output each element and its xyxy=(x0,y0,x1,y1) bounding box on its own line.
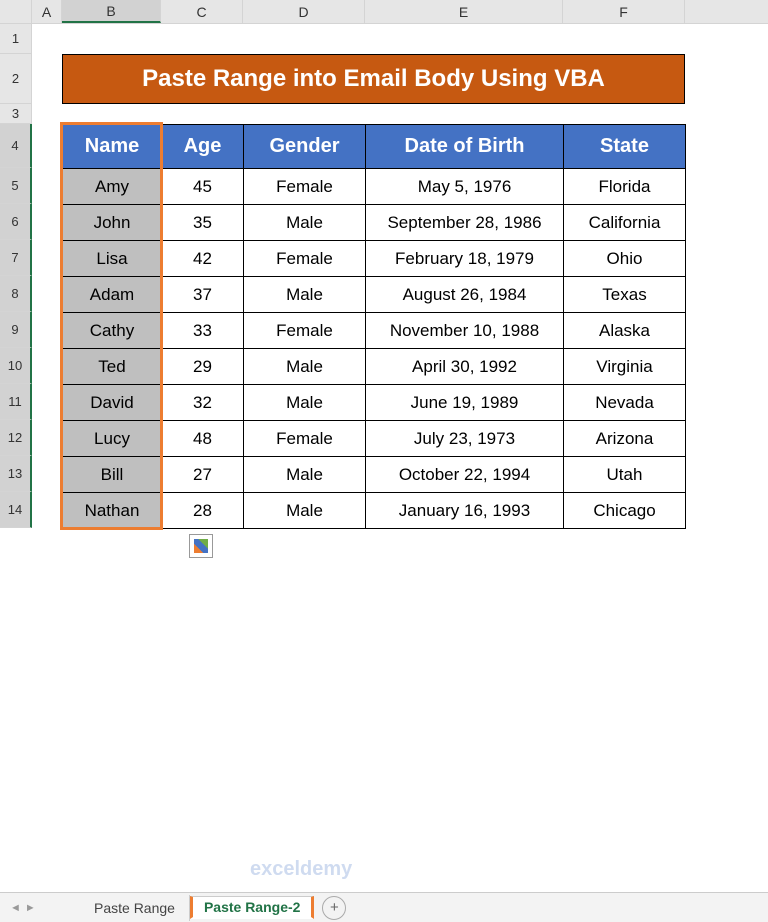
table-cell[interactable]: Female xyxy=(244,421,366,457)
table-row: Bill27MaleOctober 22, 1994Utah xyxy=(63,457,686,493)
table-cell[interactable]: Male xyxy=(244,493,366,529)
row-header-3[interactable]: 3 xyxy=(0,104,32,124)
table-cell[interactable]: 32 xyxy=(162,385,244,421)
table-cell[interactable]: Male xyxy=(244,205,366,241)
table-row: Nathan28MaleJanuary 16, 1993Chicago xyxy=(63,493,686,529)
table-row: Cathy33FemaleNovember 10, 1988Alaska xyxy=(63,313,686,349)
quick-analysis-icon[interactable] xyxy=(189,534,213,558)
col-header-C[interactable]: C xyxy=(161,0,243,23)
table-header: Age xyxy=(162,125,244,169)
table-cell[interactable]: Ohio xyxy=(564,241,686,277)
column-headers: A B C D E F xyxy=(0,0,768,24)
table-cell[interactable]: Female xyxy=(244,313,366,349)
table-cell[interactable]: Chicago xyxy=(564,493,686,529)
table-cell[interactable]: California xyxy=(564,205,686,241)
row-header-9[interactable]: 9 xyxy=(0,312,32,348)
sheet-tab-bar: ◄► Paste Range Paste Range-2 + xyxy=(0,892,768,922)
row-header-8[interactable]: 8 xyxy=(0,276,32,312)
table-cell[interactable]: November 10, 1988 xyxy=(366,313,564,349)
row-header-14[interactable]: 14 xyxy=(0,492,32,528)
table-cell[interactable]: Male xyxy=(244,277,366,313)
table-cell[interactable]: Arizona xyxy=(564,421,686,457)
cells-area[interactable]: Paste Range into Email Body Using VBA Na… xyxy=(32,24,768,528)
table-cell[interactable]: June 19, 1989 xyxy=(366,385,564,421)
table-row: David32MaleJune 19, 1989Nevada xyxy=(63,385,686,421)
table-header: Gender xyxy=(244,125,366,169)
table-header: State xyxy=(564,125,686,169)
table-cell[interactable]: 37 xyxy=(162,277,244,313)
table-cell[interactable]: Nevada xyxy=(564,385,686,421)
table-row: Amy45FemaleMay 5, 1976Florida xyxy=(63,169,686,205)
table-cell[interactable]: Nathan xyxy=(63,493,162,529)
table-cell[interactable]: Female xyxy=(244,169,366,205)
table-cell[interactable]: Ted xyxy=(63,349,162,385)
table-cell[interactable]: Lucy xyxy=(63,421,162,457)
table-cell[interactable]: Texas xyxy=(564,277,686,313)
table-row: John35MaleSeptember 28, 1986California xyxy=(63,205,686,241)
table-cell[interactable]: January 16, 1993 xyxy=(366,493,564,529)
table-cell[interactable]: 48 xyxy=(162,421,244,457)
table-cell[interactable]: Female xyxy=(244,241,366,277)
table-row: Lucy48FemaleJuly 23, 1973Arizona xyxy=(63,421,686,457)
table-cell[interactable]: Cathy xyxy=(63,313,162,349)
row-header-4[interactable]: 4 xyxy=(0,124,32,168)
table-cell[interactable]: Lisa xyxy=(63,241,162,277)
select-all-corner[interactable] xyxy=(0,0,32,23)
table-cell[interactable]: Virginia xyxy=(564,349,686,385)
data-table: NameAgeGenderDate of BirthState Amy45Fem… xyxy=(62,124,686,529)
table-cell[interactable]: Florida xyxy=(564,169,686,205)
row-header-11[interactable]: 11 xyxy=(0,384,32,420)
table-cell[interactable]: Male xyxy=(244,457,366,493)
table-row: Adam37MaleAugust 26, 1984Texas xyxy=(63,277,686,313)
col-header-E[interactable]: E xyxy=(365,0,563,23)
row-headers: 1 2 3 4 5 6 7 8 9 10 11 12 13 14 xyxy=(0,24,32,528)
row-header-7[interactable]: 7 xyxy=(0,240,32,276)
tab-paste-range[interactable]: Paste Range xyxy=(80,895,190,921)
table-cell[interactable]: Bill xyxy=(63,457,162,493)
table-cell[interactable]: David xyxy=(63,385,162,421)
watermark: exceldemy xyxy=(250,858,352,881)
table-row: Ted29MaleApril 30, 1992Virginia xyxy=(63,349,686,385)
row-header-10[interactable]: 10 xyxy=(0,348,32,384)
table-cell[interactable]: July 23, 1973 xyxy=(366,421,564,457)
col-header-D[interactable]: D xyxy=(243,0,365,23)
table-cell[interactable]: John xyxy=(63,205,162,241)
table-cell[interactable]: 42 xyxy=(162,241,244,277)
table-row: Lisa42FemaleFebruary 18, 1979Ohio xyxy=(63,241,686,277)
row-header-13[interactable]: 13 xyxy=(0,456,32,492)
col-header-A[interactable]: A xyxy=(32,0,62,23)
table-cell[interactable]: Amy xyxy=(63,169,162,205)
table-cell[interactable]: Adam xyxy=(63,277,162,313)
table-cell[interactable]: April 30, 1992 xyxy=(366,349,564,385)
table-cell[interactable]: October 22, 1994 xyxy=(366,457,564,493)
tab-nav-arrows[interactable]: ◄► xyxy=(10,902,36,914)
table-cell[interactable]: May 5, 1976 xyxy=(366,169,564,205)
table-cell[interactable]: 45 xyxy=(162,169,244,205)
table-cell[interactable]: 33 xyxy=(162,313,244,349)
col-header-F[interactable]: F xyxy=(563,0,685,23)
add-sheet-button[interactable]: + xyxy=(322,896,346,920)
table-cell[interactable]: 27 xyxy=(162,457,244,493)
table-header: Date of Birth xyxy=(366,125,564,169)
title-cell: Paste Range into Email Body Using VBA xyxy=(62,54,685,104)
table-header: Name xyxy=(63,125,162,169)
table-cell[interactable]: February 18, 1979 xyxy=(366,241,564,277)
tab-paste-range-2[interactable]: Paste Range-2 xyxy=(190,896,314,919)
row-header-6[interactable]: 6 xyxy=(0,204,32,240)
spreadsheet-grid: A B C D E F 1 2 3 4 5 6 7 8 9 10 11 12 1… xyxy=(0,0,768,528)
table-cell[interactable]: August 26, 1984 xyxy=(366,277,564,313)
row-header-12[interactable]: 12 xyxy=(0,420,32,456)
col-header-B[interactable]: B xyxy=(62,0,161,23)
table-cell[interactable]: 28 xyxy=(162,493,244,529)
row-header-5[interactable]: 5 xyxy=(0,168,32,204)
row-header-2[interactable]: 2 xyxy=(0,54,32,104)
row-header-1[interactable]: 1 xyxy=(0,24,32,54)
table-cell[interactable]: September 28, 1986 xyxy=(366,205,564,241)
table-cell[interactable]: 29 xyxy=(162,349,244,385)
table-cell[interactable]: Male xyxy=(244,385,366,421)
table-cell[interactable]: Utah xyxy=(564,457,686,493)
table-cell[interactable]: 35 xyxy=(162,205,244,241)
table-cell[interactable]: Alaska xyxy=(564,313,686,349)
table-cell[interactable]: Male xyxy=(244,349,366,385)
